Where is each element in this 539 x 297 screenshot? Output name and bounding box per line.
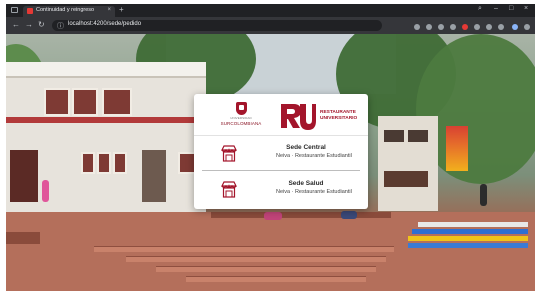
university-name: SURCOLOMBIANA: [220, 121, 262, 126]
step: [126, 256, 386, 262]
card-header: UNIVERSIDAD SURCOLOMBIANA RESTAURANTE UN…: [194, 94, 368, 136]
tab-strip: Continuidad y reingreso × + ⌕ – □ ×: [6, 4, 535, 17]
ru-monogram-icon: [281, 104, 316, 130]
sede-salud-option[interactable]: Sede Salud Neiva · Restaurante Estudiant…: [194, 173, 368, 206]
bleacher-step: [408, 236, 528, 241]
stall-icon: [221, 181, 237, 198]
close-window-button[interactable]: ×: [524, 5, 528, 12]
extension-icon[interactable]: [450, 24, 456, 30]
extension-icon[interactable]: [414, 24, 420, 30]
extension-icon[interactable]: [486, 24, 492, 30]
flags: [446, 126, 468, 171]
back-button[interactable]: ←: [12, 20, 20, 29]
window-icon[interactable]: [11, 7, 18, 13]
address-bar[interactable]: ⓘ localhost:4200/sede/pedido: [52, 20, 382, 31]
restaurant-logo-text: RESTAURANTE UNIVERSITARIO: [320, 110, 364, 121]
tab-close-button[interactable]: ×: [107, 7, 111, 13]
bleacher-step: [412, 229, 528, 234]
reload-button[interactable]: ↻: [38, 20, 45, 29]
building: [6, 62, 206, 217]
window: [81, 152, 95, 174]
sede-subtitle: Neiva · Restaurante Estudiantil: [276, 153, 352, 159]
sede-subtitle: Neiva · Restaurante Estudiantil: [276, 189, 352, 195]
step: [186, 276, 366, 282]
doorway: [10, 150, 38, 202]
info-icon[interactable]: ⓘ: [57, 21, 64, 31]
person: [480, 184, 487, 206]
extension-icon[interactable]: [438, 24, 444, 30]
extension-icon[interactable]: [426, 24, 432, 30]
bleachers: [408, 220, 534, 250]
step: [156, 266, 376, 272]
planter: [211, 212, 391, 218]
page-background: UNIVERSIDAD SURCOLOMBIANA RESTAURANTE UN…: [6, 34, 535, 291]
extension-icon[interactable]: [462, 24, 468, 30]
band: [6, 117, 206, 123]
search-tabs-button[interactable]: ⌕: [478, 5, 482, 13]
step: [94, 246, 394, 252]
university-logo: UNIVERSIDAD SURCOLOMBIANA: [220, 102, 262, 130]
new-tab-button[interactable]: +: [119, 5, 124, 14]
roof: [6, 62, 206, 78]
bleacher-step: [408, 243, 528, 248]
sede-name: Sede Salud: [288, 180, 324, 187]
sede-name: Sede Central: [286, 144, 326, 151]
university-word: UNIVERSITARIO: [320, 115, 358, 121]
sede-selector-card: UNIVERSIDAD SURCOLOMBIANA RESTAURANTE UN…: [194, 94, 368, 209]
browser-tab[interactable]: Continuidad y reingreso ×: [23, 6, 115, 17]
person: [264, 212, 282, 220]
profile-avatar[interactable]: [512, 24, 518, 30]
sede-central-option[interactable]: Sede Central Neiva · Restaurante Estudia…: [194, 137, 368, 170]
window: [44, 88, 70, 116]
tab-title: Continuidad y reingreso: [36, 7, 95, 13]
building: [378, 116, 438, 211]
person: [42, 180, 49, 202]
window: [384, 130, 404, 142]
window: [102, 88, 132, 116]
maximize-button[interactable]: □: [509, 5, 513, 12]
window: [72, 88, 98, 116]
menu-icon[interactable]: [524, 24, 530, 30]
doorway: [142, 150, 166, 202]
bleacher-step: [418, 222, 528, 227]
forward-button[interactable]: →: [25, 20, 33, 29]
minimize-button[interactable]: –: [494, 5, 498, 12]
stall-icon: [221, 145, 237, 162]
restaurant-logo: RESTAURANTE UNIVERSITARIO: [280, 100, 364, 132]
window: [384, 171, 428, 187]
university-small-text: UNIVERSIDAD: [230, 116, 252, 120]
browser-window: Continuidad y reingreso × + ⌕ – □ × ← → …: [6, 4, 535, 291]
extension-icon[interactable]: [498, 24, 504, 30]
browser-toolbar: ← → ↻ ⓘ localhost:4200/sede/pedido: [6, 17, 535, 34]
divider: [202, 170, 360, 171]
favicon-icon: [27, 8, 33, 14]
person: [341, 211, 357, 219]
window: [408, 130, 428, 142]
shield-icon: [235, 102, 247, 115]
planter: [6, 232, 40, 244]
window: [113, 152, 127, 174]
extension-icon[interactable]: [474, 24, 480, 30]
url-text[interactable]: localhost:4200/sede/pedido: [68, 21, 141, 27]
window: [97, 152, 111, 174]
